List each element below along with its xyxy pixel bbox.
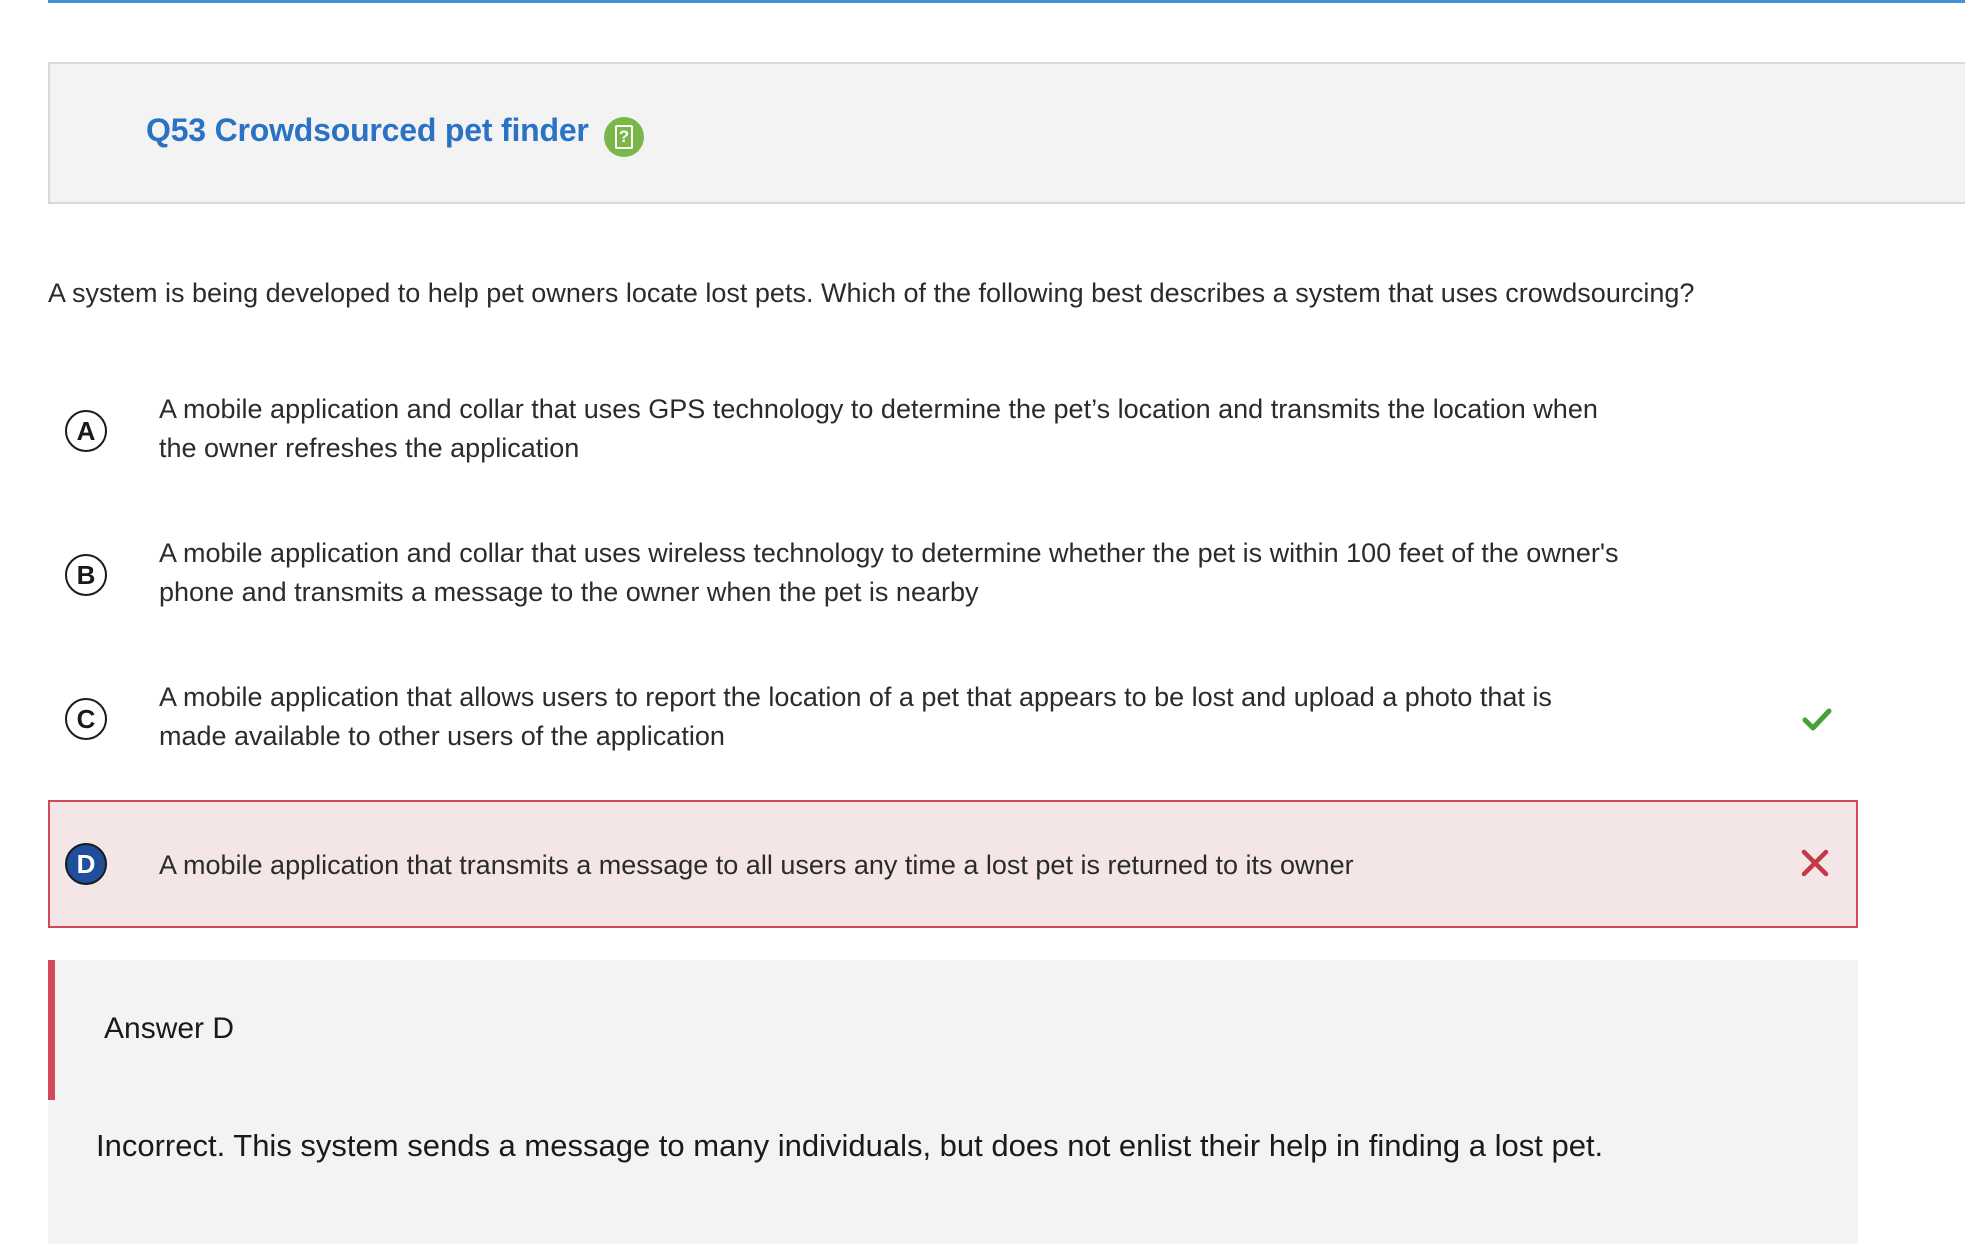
question-prompt: A system is being developed to help pet … — [48, 278, 1695, 308]
feedback-panel: Answer D Incorrect. This system sends a … — [48, 960, 1858, 1244]
question-header: Q53 Crowdsourced pet finder ? — [48, 62, 1965, 204]
choice-text-c: A mobile application that allows users t… — [159, 682, 1552, 751]
choice-letter-a[interactable]: A — [65, 410, 107, 452]
choice-text-b: A mobile application and collar that use… — [159, 538, 1619, 607]
top-accent-rule — [48, 0, 1965, 3]
choice-a[interactable]: A A mobile application and collar that u… — [48, 390, 1858, 490]
answer-label: Answer D — [104, 1012, 235, 1045]
choice-text-a: A mobile application and collar that use… — [159, 394, 1598, 463]
question-title: Q53 Crowdsourced pet finder — [146, 112, 589, 148]
choice-d[interactable]: D A mobile application that transmits a … — [48, 800, 1858, 928]
check-icon — [1802, 708, 1832, 731]
choice-letter-c[interactable]: C — [65, 698, 107, 740]
help-icon[interactable]: ? — [604, 117, 644, 157]
choice-text-d: A mobile application that transmits a me… — [159, 850, 1354, 880]
feedback-accent-bar — [48, 960, 55, 1100]
help-icon-glyph: ? — [615, 125, 633, 149]
choice-b[interactable]: B A mobile application and collar that u… — [48, 534, 1858, 634]
x-icon — [1801, 849, 1829, 877]
choice-letter-b[interactable]: B — [65, 554, 107, 596]
choice-c[interactable]: C A mobile application that allows users… — [48, 678, 1858, 778]
feedback-explanation: Incorrect. This system sends a message t… — [96, 1128, 1604, 1163]
choice-letter-d[interactable]: D — [65, 843, 107, 885]
